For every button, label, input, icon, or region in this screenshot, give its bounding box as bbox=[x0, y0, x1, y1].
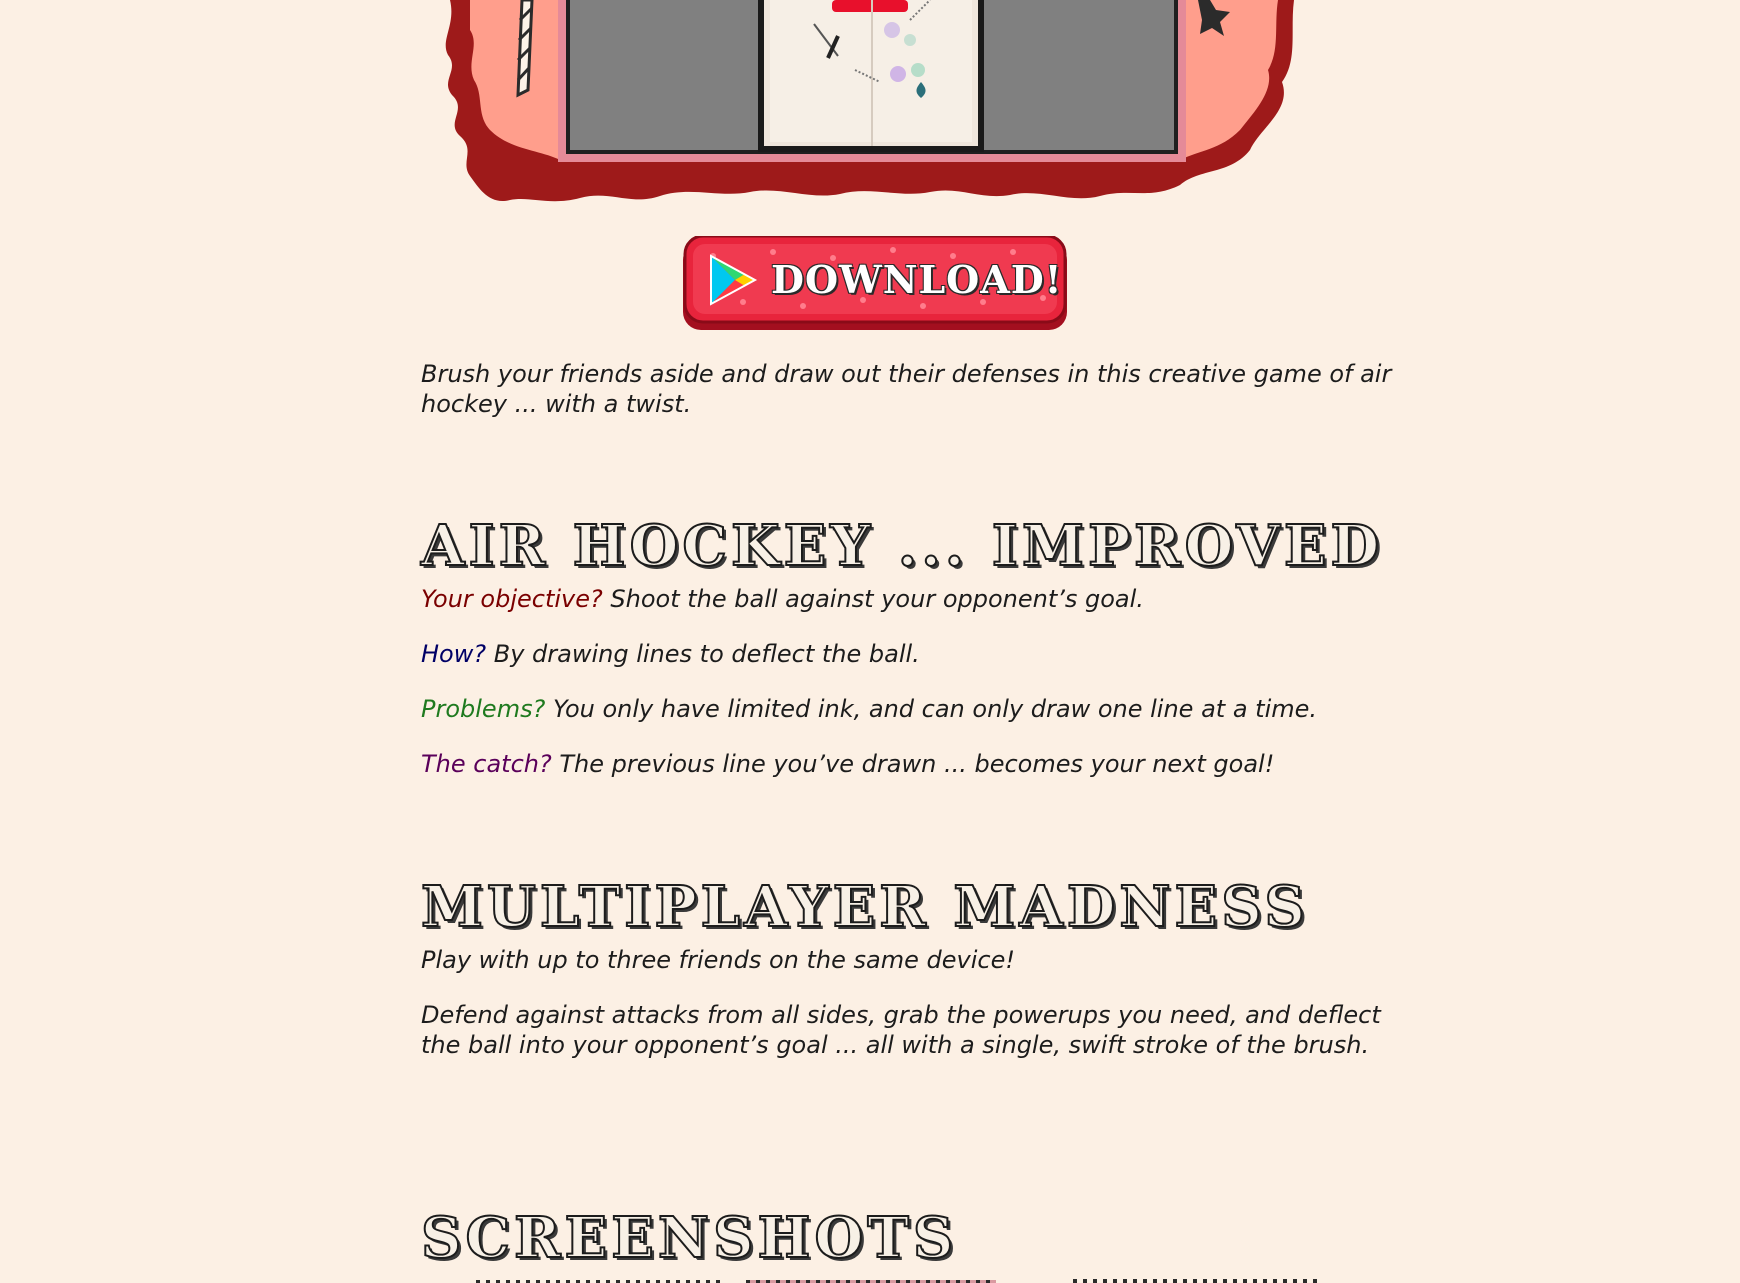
how-text: By drawing lines to deflect the ball. bbox=[486, 640, 920, 668]
how-line: How? By drawing lines to deflect the bal… bbox=[421, 639, 920, 669]
catch-key: The catch? bbox=[421, 750, 552, 778]
splash-background bbox=[445, 0, 1294, 202]
problems-line: Problems? You only have limited ink, and… bbox=[421, 694, 1317, 724]
game-preview-screen bbox=[758, 0, 984, 152]
how-key: How? bbox=[421, 640, 487, 668]
left-hatch-decoration bbox=[516, 0, 534, 98]
objective-text: Shoot the ball against your opponent’s g… bbox=[602, 585, 1144, 613]
multiplayer-paragraph-1: Play with up to three friends on the sam… bbox=[421, 946, 1015, 974]
heading-screenshots: SCREENSHOTS bbox=[420, 1205, 958, 1271]
download-button[interactable]: DOWNLOAD! bbox=[683, 236, 1067, 332]
heading-multiplayer: MULTIPLAYER MADNESS bbox=[420, 874, 1309, 940]
objective-line: Your objective? Shoot the ball against y… bbox=[421, 584, 1144, 614]
multiplayer-paragraph-2-line-1: Defend against attacks from all sides, g… bbox=[421, 1001, 1381, 1029]
multiplayer-paragraph-2-line-2: the ball into your opponent’s goal ... a… bbox=[421, 1031, 1370, 1059]
heading-air-hockey: AIR HOCKEY ... IMPROVED bbox=[420, 513, 1384, 579]
play-store-icon bbox=[710, 254, 758, 306]
intro-line-1: Brush your friends aside and draw out th… bbox=[421, 360, 1392, 388]
intro-line-2: hockey ... with a twist. bbox=[421, 390, 692, 418]
screenshot-thumbnail[interactable] bbox=[1073, 1279, 1321, 1283]
problems-text: You only have limited ink, and can only … bbox=[545, 695, 1318, 723]
catch-text: The previous line you’ve drawn ... becom… bbox=[551, 750, 1275, 778]
download-button-label: DOWNLOAD! bbox=[771, 257, 1063, 302]
screenshot-thumbnails bbox=[421, 1278, 1321, 1283]
catch-line: The catch? The previous line you’ve draw… bbox=[421, 749, 1274, 779]
hero-artwork bbox=[440, 0, 1300, 215]
objective-key: Your objective? bbox=[421, 585, 603, 613]
problems-key: Problems? bbox=[421, 695, 546, 723]
